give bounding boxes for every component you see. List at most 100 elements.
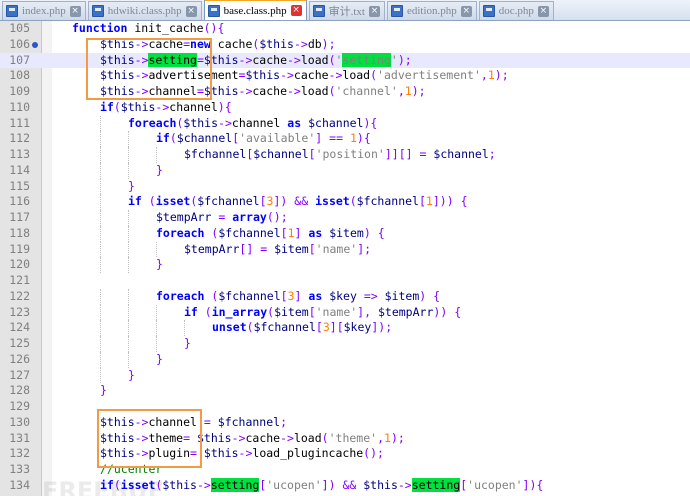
close-icon[interactable]: × <box>290 5 302 16</box>
code-text: unset($fchannel[3][$key]); <box>212 320 393 335</box>
code-line[interactable]: 124 unset($fchannel[3][$key]); <box>0 320 690 336</box>
code-line[interactable]: 115} <box>0 178 690 195</box>
line-number: 118 <box>9 225 30 240</box>
close-icon[interactable]: × <box>69 5 81 17</box>
code-text: } <box>156 351 163 366</box>
indent-guide <box>100 194 101 210</box>
line-number: 117 <box>9 210 30 224</box>
code-line[interactable]: 117 $tempArr = array(); <box>0 210 690 226</box>
indent-guide <box>128 241 129 258</box>
tab-label: edition.php <box>406 5 457 17</box>
indent-guide <box>100 147 101 163</box>
line-number: 132 <box>9 446 30 461</box>
line-number: 121 <box>9 273 30 287</box>
indent-guide <box>100 131 101 147</box>
code-text: if(isset($this->setting['ucopen']) && $t… <box>100 477 544 492</box>
code-editor[interactable]: 105 function init_cache(){106 $this->cache… <box>0 21 690 496</box>
indent-guide <box>128 162 129 179</box>
php-file-icon <box>207 4 220 17</box>
php-file-icon <box>390 5 403 17</box>
tab-label: index.php <box>22 5 66 17</box>
indent-guide <box>100 367 101 384</box>
line-number: 128 <box>9 383 30 398</box>
watermark: FREEBUF <box>42 477 164 496</box>
indent-guide <box>128 257 129 273</box>
code-text: if (isset($fchannel[3]) && isset($fchann… <box>128 194 468 209</box>
code-line[interactable]: 118 foreach ($fchannel[1] as $item) { <box>0 225 690 242</box>
indent-guide <box>100 225 101 242</box>
line-number: 119 <box>9 241 30 256</box>
code-text: $tempArr = array(); <box>156 210 288 224</box>
close-icon[interactable]: × <box>537 5 549 17</box>
indent-guide <box>156 304 157 321</box>
code-line[interactable]: 120} <box>0 257 690 273</box>
line-number: 109 <box>9 84 30 98</box>
code-line[interactable]: 113 $fchannel[$channel['position']][] = $… <box>0 147 690 163</box>
indent-guide <box>128 147 129 163</box>
php-file-icon <box>91 5 104 17</box>
indent-guide <box>100 162 101 179</box>
code-line[interactable]: 105 function init_cache(){ <box>0 21 690 37</box>
code-line[interactable]: 122 foreach ($fchannel[3] as $key => $ite… <box>0 288 690 305</box>
line-number: 105 <box>9 21 30 35</box>
indent-guide <box>128 131 129 147</box>
indent-guide <box>100 304 101 321</box>
indent-guide <box>100 320 101 336</box>
line-number: 120 <box>9 257 30 272</box>
code-line[interactable]: 125} <box>0 336 690 352</box>
code-text: foreach($this->channel as $channel){ <box>128 115 378 130</box>
code-line[interactable]: 110 if($this->channel){ <box>0 100 690 116</box>
close-icon[interactable]: × <box>368 5 380 17</box>
indent-guide <box>100 351 101 368</box>
code-line[interactable]: 111 foreach($this->channel as $channel){ <box>0 115 690 132</box>
tab-base-class-php[interactable]: base.class.php × <box>203 0 307 20</box>
tab-label: hdwiki.class.php <box>107 5 182 17</box>
php-file-icon <box>482 5 495 17</box>
code-text: } <box>156 162 163 177</box>
indent-guide <box>128 225 129 242</box>
code-line[interactable]: 123 if (in_array($item['name'], $tempArr)… <box>0 304 690 321</box>
code-line[interactable]: 128} <box>0 383 690 399</box>
tab-edition-php[interactable]: edition.php × <box>386 1 477 20</box>
code-text: $fchannel[$channel['position']][] = $cha… <box>184 147 496 161</box>
indent-guide <box>156 336 157 352</box>
code-line[interactable]: 112 if($channel['available'] == 1){ <box>0 131 690 147</box>
line-number: 131 <box>9 430 30 445</box>
indent-guide <box>156 241 157 258</box>
code-line[interactable]: 121 <box>0 273 690 289</box>
close-icon[interactable]: × <box>460 5 472 17</box>
line-number: 107 <box>9 52 30 67</box>
code-text: function init_cache(){ <box>72 21 225 35</box>
code-line[interactable]: 126} <box>0 351 690 368</box>
tab-bar: index.php × hdwiki.class.php × base.class.ph… <box>0 0 690 21</box>
line-number: 123 <box>9 304 30 319</box>
indent-guide <box>128 336 129 352</box>
code-line[interactable]: 116 if (isset($fchannel[3]) && isset($fch… <box>0 194 690 210</box>
code-text: foreach ($fchannel[3] as $key => $item) … <box>156 288 441 303</box>
line-number: 114 <box>9 162 30 177</box>
line-number: 129 <box>9 399 30 413</box>
annotation-box-top <box>86 38 212 100</box>
php-file-icon <box>6 5 18 17</box>
code-line[interactable]: 127} <box>0 367 690 384</box>
tab-index-php[interactable]: index.php × <box>2 1 86 20</box>
tab-txt[interactable]: 审计.txt × <box>308 1 385 20</box>
indent-guide <box>156 320 157 336</box>
tab-doc-php[interactable]: doc.php × <box>478 1 554 20</box>
indent-guide <box>100 178 101 195</box>
indent-guide <box>100 336 101 352</box>
line-number: 113 <box>9 147 30 161</box>
code-line[interactable]: 114} <box>0 162 690 179</box>
line-number: 110 <box>9 99 30 114</box>
indent-guide <box>100 288 101 305</box>
bookmark-icon[interactable] <box>32 41 38 48</box>
line-number: 111 <box>9 115 30 130</box>
line-number: 106 <box>9 36 30 51</box>
tab-hdwiki-class-php[interactable]: hdwiki.class.php × <box>87 1 202 20</box>
code-text: } <box>184 336 191 350</box>
code-text: foreach ($fchannel[1] as $item) { <box>156 225 385 240</box>
code-line[interactable]: 119 $tempArr[] = $item['name']; <box>0 241 690 258</box>
close-icon[interactable]: × <box>185 5 197 17</box>
indent-guide <box>184 320 185 336</box>
line-number: 125 <box>9 336 30 350</box>
